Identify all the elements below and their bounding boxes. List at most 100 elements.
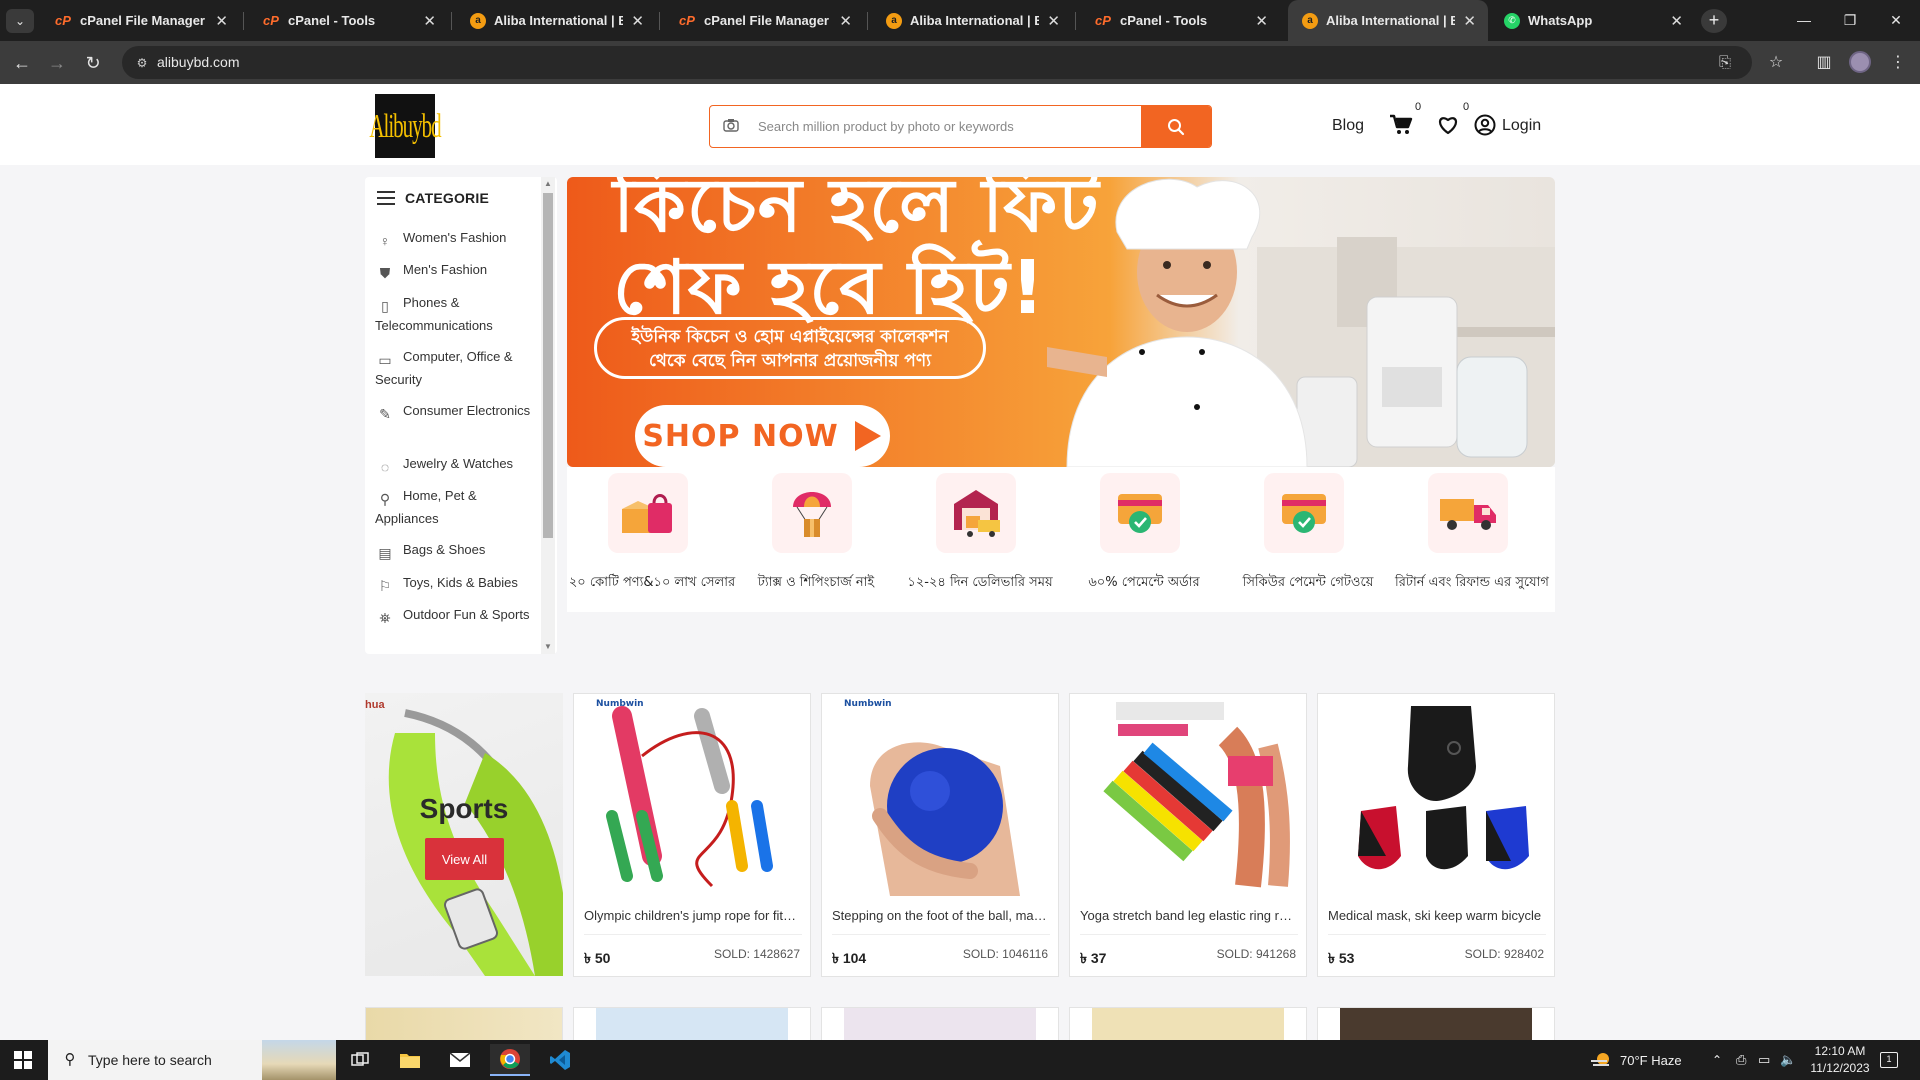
address-bar[interactable]: ⚙ alibuybd.com ⎘ xyxy=(122,46,1752,79)
next-row-card[interactable] xyxy=(573,1007,811,1040)
toy-icon: ⚐ xyxy=(378,578,392,594)
sidebar-item-computer[interactable]: ▭ Computer, Office & Security xyxy=(375,346,533,391)
task-view-icon[interactable] xyxy=(340,1044,380,1076)
vscode-icon[interactable] xyxy=(540,1044,580,1076)
service-features: ২০ কোটি পণ্য&১০ লাখ সেলার ট্যাক্স ও শিপি… xyxy=(567,467,1555,612)
blog-link[interactable]: Blog xyxy=(1332,117,1364,135)
close-icon[interactable]: ✕ xyxy=(215,12,228,30)
tab-search-chevron-icon[interactable]: ⌄ xyxy=(6,9,34,33)
tab-title: Aliba International | Bang xyxy=(910,13,1040,28)
shop-now-button[interactable]: SHOP NOW xyxy=(635,405,890,467)
search-input[interactable] xyxy=(758,106,1138,147)
system-clock[interactable]: 12:10 AM 11/12/2023 xyxy=(1800,1043,1880,1077)
hero-banner[interactable]: কিচেন হলে ফিট শেফ হবে হিট! ইউনিক কিচেন ও… xyxy=(567,177,1555,467)
browser-tab-active[interactable]: a Aliba International | Bang ✕ xyxy=(1288,0,1488,41)
windows-start-icon[interactable] xyxy=(0,1040,46,1080)
tab-title: WhatsApp xyxy=(1528,13,1593,28)
sports-icon: ⛯ xyxy=(379,610,391,626)
user-icon[interactable] xyxy=(1470,110,1500,140)
product-image[interactable] xyxy=(582,696,802,896)
tab-title: cPanel - Tools xyxy=(1120,13,1208,28)
profile-avatar[interactable] xyxy=(1849,51,1871,73)
browser-tab[interactable]: cP cPanel - Tools ✕ xyxy=(248,0,448,41)
install-app-icon[interactable]: ⎘ xyxy=(1714,52,1736,74)
cart-icon[interactable] xyxy=(1386,110,1416,140)
view-all-button[interactable]: View All xyxy=(425,838,504,880)
sidebar-item-mens-fashion[interactable]: ⛊ Men's Fashion xyxy=(375,259,533,282)
mail-icon[interactable] xyxy=(440,1044,480,1076)
product-name[interactable]: Olympic children's jump rope for fitness xyxy=(584,908,802,923)
bookmark-star-icon[interactable]: ☆ xyxy=(1762,49,1790,77)
sidebar-item-bags[interactable]: ▤ Bags & Shoes xyxy=(375,539,533,562)
close-icon[interactable]: ✕ xyxy=(839,12,852,30)
volume-icon[interactable]: 🔈 xyxy=(1780,1040,1796,1080)
login-link[interactable]: Login xyxy=(1502,117,1541,135)
notification-count: 1 xyxy=(1880,1052,1898,1068)
scroll-up-arrow-icon[interactable]: ▲ xyxy=(541,177,555,191)
browser-tab[interactable]: a Aliba International | Bang ✕ xyxy=(872,0,1072,41)
url-text[interactable]: alibuybd.com xyxy=(157,54,240,70)
close-icon[interactable]: ✕ xyxy=(423,12,436,30)
product-image[interactable] xyxy=(1078,696,1298,896)
ring-icon: ◌ xyxy=(380,459,390,475)
aliba-icon: a xyxy=(886,12,902,29)
next-row-card[interactable] xyxy=(1069,1007,1307,1040)
sidebar-scrollbar[interactable]: ▲ ▼ xyxy=(541,177,555,654)
scrollbar-thumb[interactable] xyxy=(543,193,553,538)
restore-icon[interactable]: ❐ xyxy=(1827,0,1873,41)
close-icon[interactable]: ✕ xyxy=(1255,12,1268,30)
window-close-icon[interactable]: ✕ xyxy=(1873,0,1919,41)
site-info-icon[interactable]: ⚙ xyxy=(132,53,152,73)
taskbar-search[interactable]: ⚲ Type here to search xyxy=(48,1040,336,1080)
forward-arrow-icon[interactable]: → xyxy=(43,49,71,77)
sidebar-item-womens-fashion[interactable]: ♀ Women's Fashion xyxy=(375,227,533,250)
reload-icon[interactable]: ↻ xyxy=(79,49,107,77)
browser-tab[interactable]: cP cPanel File Manager v3 ✕ xyxy=(664,0,864,41)
product-card[interactable]: Yoga stretch band leg elastic ring resis… xyxy=(1069,693,1307,977)
product-card[interactable]: Numbwin Olympic children's jump rope for… xyxy=(573,693,811,977)
browser-tab[interactable]: cP cPanel File Manager v3 ✕ xyxy=(40,0,240,41)
sidebar-item-jewelry[interactable]: ◌ Jewelry & Watches xyxy=(375,453,533,476)
menu-kebab-icon[interactable]: ⋮ xyxy=(1884,49,1912,77)
minimize-icon[interactable]: — xyxy=(1781,0,1827,41)
product-image[interactable] xyxy=(830,696,1050,896)
show-hidden-icons-chevron-icon[interactable]: ⌃ xyxy=(1712,1040,1722,1080)
heart-icon[interactable] xyxy=(1433,110,1463,140)
weather-text: 70°F Haze xyxy=(1620,1052,1682,1068)
chrome-icon[interactable] xyxy=(490,1044,530,1076)
sidebar-item-home[interactable]: ⚲ Home, Pet & Appliances xyxy=(375,485,533,530)
notification-center-icon[interactable]: 1 xyxy=(1880,1040,1898,1080)
product-image[interactable] xyxy=(1326,696,1546,896)
hamburger-menu-icon[interactable] xyxy=(377,191,395,205)
product-name[interactable]: Stepping on the foot of the ball, massag… xyxy=(832,908,1050,923)
close-icon[interactable]: ✕ xyxy=(1670,12,1683,30)
sidebar-item-phones[interactable]: ▯ Phones & Telecommunications xyxy=(375,292,533,337)
product-name[interactable]: Yoga stretch band leg elastic ring resis… xyxy=(1080,908,1298,923)
search-button[interactable] xyxy=(1141,106,1211,147)
product-card[interactable]: Medical mask, ski keep warm bicycle ৳ 53… xyxy=(1317,693,1555,977)
back-arrow-icon[interactable]: ← xyxy=(8,49,36,77)
close-icon[interactable]: ✕ xyxy=(631,12,644,30)
browser-tab[interactable]: cP cPanel - Tools ✕ xyxy=(1080,0,1280,41)
file-explorer-icon[interactable] xyxy=(390,1044,430,1076)
side-panel-icon[interactable]: ▥ xyxy=(1810,49,1838,77)
camera-icon[interactable] xyxy=(720,116,742,138)
sidebar-item-sports[interactable]: ⛯ Outdoor Fun & Sports xyxy=(375,604,533,627)
network-icon[interactable]: ▭ xyxy=(1758,1040,1770,1080)
product-name[interactable]: Medical mask, ski keep warm bicycle xyxy=(1328,908,1546,923)
device-icon[interactable]: ⎙ xyxy=(1736,1040,1746,1080)
site-logo[interactable]: Alibuybd xyxy=(369,94,442,158)
sidebar-item-toys[interactable]: ⚐ Toys, Kids & Babies xyxy=(375,572,533,595)
product-price: ৳ 37 xyxy=(1080,950,1107,966)
browser-tab[interactable]: a Aliba International | Bang ✕ xyxy=(456,0,656,41)
close-icon[interactable]: ✕ xyxy=(1463,12,1476,30)
next-row-card[interactable] xyxy=(1317,1007,1555,1040)
sidebar-item-electronics[interactable]: ✎ Consumer Electronics xyxy=(375,400,533,423)
product-card[interactable]: Numbwin Stepping on the foot of the ball… xyxy=(821,693,1059,977)
next-row-card[interactable] xyxy=(821,1007,1059,1040)
scroll-down-arrow-icon[interactable]: ▼ xyxy=(541,640,555,654)
browser-tab[interactable]: ✆ WhatsApp ✕ xyxy=(1490,0,1695,41)
new-tab-plus-icon[interactable]: + xyxy=(1701,9,1727,33)
weather-widget[interactable]: 70°F Haze xyxy=(1590,1040,1682,1080)
close-icon[interactable]: ✕ xyxy=(1047,12,1060,30)
